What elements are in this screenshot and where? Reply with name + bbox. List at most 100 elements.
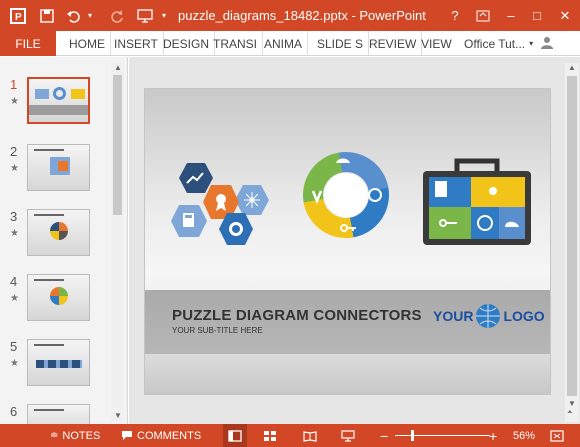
thumbnail-star-icon: ★ [10,163,19,174]
thumbnail-star-icon: ★ [10,96,19,107]
thumbnail-puzzle-icon [36,360,82,368]
slide-show-button[interactable] [341,424,355,447]
comments-button[interactable]: COMMENTS [121,424,201,447]
slide-thumbnail-3[interactable] [27,209,90,256]
redo-icon[interactable] [106,0,128,31]
reading-view-button[interactable] [303,424,317,447]
user-avatar-icon [540,35,554,52]
thumbnail-number-2: 2 [10,144,18,159]
zoom-in-button[interactable]: + [489,424,497,447]
globe-icon [476,304,501,328]
tab-slide-show[interactable]: SLIDE S [312,31,370,56]
scroll-up-arrow-icon[interactable]: ▲ [114,63,122,72]
close-button[interactable]: ✕ [552,0,578,31]
slide-title[interactable]: PUZZLE DIAGRAM CONNECTORS [172,307,422,324]
account-name[interactable]: Office Tut... ▾ [464,31,554,56]
editor-scrollbar[interactable]: ▲ ▼ ⏶ [565,63,579,422]
thumbnail-star-icon: ★ [10,293,19,304]
hexagon-lightblue-bottom [171,205,207,237]
account-dropdown-icon: ▾ [529,39,534,48]
start-from-beginning-icon[interactable] [134,0,156,31]
powerpoint-logo-icon: P [6,0,30,31]
previous-slide-icon[interactable]: ⏶ [567,409,573,417]
ribbon-tabs: FILE HOME INSERT DESIGN TRANSI ANIMA SLI… [0,31,580,56]
normal-view-button[interactable] [223,424,247,447]
thumbnail-cycle-icon [50,287,68,305]
notes-label: NOTES [62,429,101,442]
tab-design[interactable]: DESIGN [158,31,216,56]
notes-icon: ≐ [50,430,59,441]
save-icon[interactable] [36,0,58,31]
slide-thumbnail-1[interactable] [27,77,90,124]
comments-label: COMMENTS [137,429,202,442]
fit-to-window-icon [550,429,564,442]
slide-show-icon [341,429,355,442]
notes-button[interactable]: ≐ NOTES [50,424,100,447]
thumbnail-number-3: 3 [10,209,18,224]
slide-thumbnail-6[interactable] [27,404,90,424]
thumbnail-number-1: 1 [10,77,18,92]
customize-qat-icon[interactable]: ▾ [158,0,170,31]
toolbox-puzzle-diagram [423,158,531,245]
zoom-slider-knob[interactable] [411,430,414,441]
undo-dropdown-icon[interactable]: ▾ [84,0,96,31]
reading-view-icon [303,430,317,442]
slide-thumbnail-pane: 1 ★ 2 ★ 3 ★ 4 ★ 5 ★ 6 [0,57,128,424]
account-label: Office Tut... [464,36,526,51]
slide-sorter-icon [264,430,276,441]
slide-thumbnail-5[interactable] [27,339,90,386]
thumbnail-number-5: 5 [10,339,18,354]
editor-scrollbar-grip[interactable] [567,76,577,396]
toolbox-piece-yellow [471,177,525,207]
toolbox-handle [454,158,500,171]
tab-view[interactable]: VIEW [416,31,457,56]
thumbnail-scrollbar[interactable]: ▲ ▼ [111,63,124,422]
thumbnail-cycle-icon [53,87,66,100]
tab-animations[interactable]: ANIMA [259,31,309,56]
hexagon-lightblue-top [235,185,269,215]
zoom-slider[interactable] [395,435,490,436]
toolbox-piece-blue-2 [471,207,499,239]
tab-home[interactable]: HOME [64,31,111,56]
ribbon-display-options-icon[interactable] [470,0,496,31]
slide-canvas[interactable]: PUZZLE DIAGRAM CONNECTORS YOUR SUB-TITLE… [144,88,551,395]
tab-review[interactable]: REVIEW [364,31,423,56]
scroll-down-arrow-icon[interactable]: ▼ [568,399,576,408]
slide-subtitle[interactable]: YOUR SUB-TITLE HERE [172,326,263,335]
svg-text:P: P [15,12,22,23]
thumbnail-scrollbar-grip[interactable] [113,75,122,215]
cycle-center [324,173,368,217]
maximize-button[interactable]: □ [524,0,550,31]
title-bar: P ▾ ▾ puzzle_diagrams_18482.pptx - Power… [0,0,580,31]
minimize-button[interactable]: – [498,0,524,31]
help-button[interactable]: ? [442,0,468,31]
thumbnail-number-6: 6 [10,404,18,419]
zoom-out-button[interactable]: − [380,424,388,447]
file-tab[interactable]: FILE [0,31,56,56]
slide-thumbnail-4[interactable] [27,274,90,321]
tab-transitions[interactable]: TRANSI [208,31,264,56]
status-bar: ≐ NOTES COMMENTS − + 56% [0,424,580,447]
tab-insert[interactable]: INSERT [109,31,164,56]
hexagon-puzzle-diagram [171,163,269,245]
slide-sorter-button[interactable] [263,424,277,447]
thumbnail-star-icon: ★ [10,228,19,239]
thumbnail-puzzle-icon [58,161,68,171]
slide-thumbnail-2[interactable] [27,144,90,191]
thumbnail-cycle-icon [50,222,68,240]
slide-footer-band [145,354,550,394]
thumbnail-puzzle-icon [35,89,49,99]
undo-icon[interactable] [62,0,84,31]
logo-placeholder: YOUR LOGO [433,303,545,329]
logo-text-left: YOUR [433,308,474,324]
scroll-up-arrow-icon[interactable]: ▲ [568,63,576,72]
comments-icon [122,431,132,440]
thumbnail-number-4: 4 [10,274,18,289]
zoom-level[interactable]: 56% [513,424,535,447]
thumbnail-toolbox-icon [71,89,85,99]
hexagon-navy [179,163,213,193]
logo-text-right: LOGO [503,308,545,324]
scroll-down-arrow-icon[interactable]: ▼ [114,411,122,420]
normal-view-icon [228,429,242,442]
fit-slide-button[interactable] [550,424,564,447]
